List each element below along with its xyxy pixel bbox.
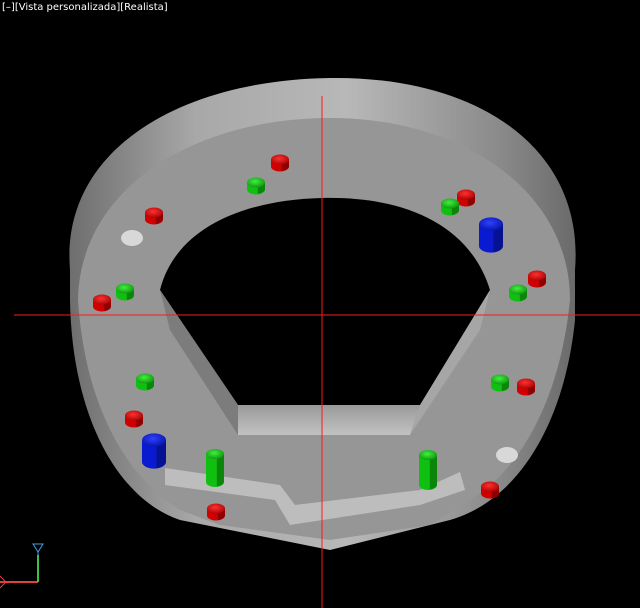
green-pin[interactable] bbox=[509, 284, 527, 302]
green-pin-top bbox=[136, 373, 154, 384]
red-pin-top bbox=[145, 207, 163, 218]
green-pin-top bbox=[206, 449, 224, 459]
green-pin-top bbox=[247, 177, 265, 188]
red-pin[interactable] bbox=[457, 189, 475, 207]
green-pin-top bbox=[509, 284, 527, 295]
red-pin-top bbox=[125, 410, 143, 421]
red-pin[interactable] bbox=[481, 481, 499, 499]
blue-pin-top bbox=[479, 217, 503, 231]
green-pin[interactable] bbox=[206, 449, 224, 487]
red-pin-top bbox=[457, 189, 475, 200]
part-inner-wall-bottom bbox=[238, 405, 420, 435]
red-pin-top bbox=[93, 294, 111, 305]
green-pin[interactable] bbox=[491, 374, 509, 392]
model-viewport[interactable]: [–] [Vista personalizada] [Realista] bbox=[0, 0, 640, 608]
green-pin[interactable] bbox=[116, 283, 134, 301]
red-pin-top bbox=[481, 481, 499, 492]
red-pin[interactable] bbox=[517, 378, 535, 396]
ucs-z-axis bbox=[32, 543, 44, 553]
green-pin[interactable] bbox=[419, 450, 437, 490]
viewport-controls: [–] [Vista personalizada] [Realista] bbox=[2, 2, 168, 14]
red-pin[interactable] bbox=[125, 410, 143, 428]
visual-style-button[interactable]: [Realista] bbox=[120, 2, 167, 14]
green-pin[interactable] bbox=[441, 198, 459, 216]
green-pin-top bbox=[419, 450, 437, 460]
3d-scene[interactable] bbox=[0, 0, 640, 608]
red-pin[interactable] bbox=[93, 294, 111, 312]
red-pin-top bbox=[271, 154, 289, 165]
red-pin-top bbox=[528, 270, 546, 281]
through-hole bbox=[121, 230, 143, 246]
red-pin[interactable] bbox=[528, 270, 546, 288]
through-hole bbox=[496, 447, 518, 463]
blue-pin[interactable] bbox=[142, 433, 166, 469]
blue-pin[interactable] bbox=[479, 217, 503, 253]
red-pin-top bbox=[517, 378, 535, 389]
green-pin-top bbox=[116, 283, 134, 294]
red-pin[interactable] bbox=[207, 503, 225, 521]
green-pin-top bbox=[441, 198, 459, 209]
red-pin[interactable] bbox=[145, 207, 163, 225]
green-pin[interactable] bbox=[247, 177, 265, 195]
view-control-button[interactable]: [Vista personalizada] bbox=[15, 2, 120, 14]
red-pin-top bbox=[207, 503, 225, 514]
red-pin[interactable] bbox=[271, 154, 289, 172]
green-pin-top bbox=[491, 374, 509, 385]
blue-pin-top bbox=[142, 433, 166, 447]
viewport-menu-button[interactable]: [–] bbox=[2, 2, 15, 14]
green-pin[interactable] bbox=[136, 373, 154, 391]
ucs-icon bbox=[0, 543, 44, 589]
